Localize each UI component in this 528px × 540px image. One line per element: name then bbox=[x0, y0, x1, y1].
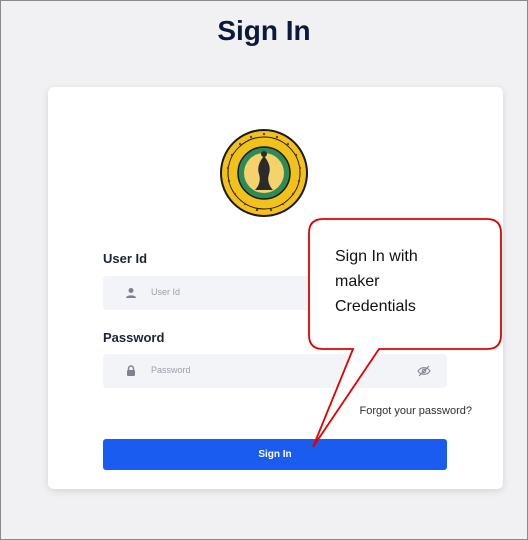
callout-line: Sign In with bbox=[335, 248, 418, 265]
callout-text: Sign In with maker Credentials bbox=[335, 244, 485, 319]
callout-line: Credentials bbox=[335, 298, 416, 315]
screenshot-frame: Sign In User Id User Id Password Passwor… bbox=[0, 0, 528, 540]
callout-line: maker bbox=[335, 273, 380, 290]
